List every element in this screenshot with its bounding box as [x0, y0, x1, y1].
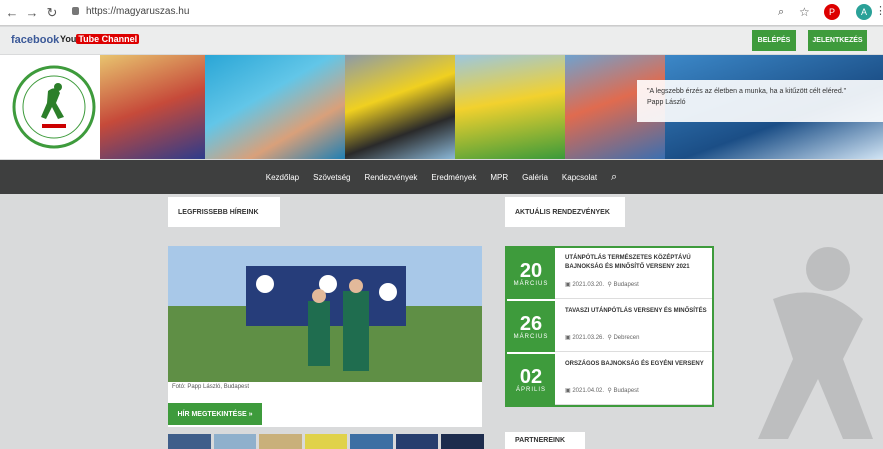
news-card[interactable]: Fotó: Papp László, Budapest HÍR MEGTEKIN… [168, 246, 482, 427]
address-bar[interactable]: https://magyaruszas.hu [86, 6, 189, 17]
search-icon[interactable]: ⌕ [778, 6, 784, 19]
nav-item-events[interactable]: Rendezvények [364, 173, 417, 182]
news-section-title: LEGFRISSEBB HÍREINK [168, 197, 280, 227]
quote-text: "A legszebb érzés az életben a munka, ha… [647, 88, 847, 95]
login-button[interactable]: BELÉPÉS [752, 30, 796, 51]
facebook-link[interactable]: facebook [11, 34, 59, 46]
news-thumbnails [168, 434, 485, 449]
event-title[interactable]: UTÁNPÓTLÁS TERMÉSZETES KÖZÉPTÁVÚ BAJNOKS… [565, 254, 707, 272]
event-meta: ▣ 2021.04.02. ⚲ Budapest [565, 387, 639, 394]
event-item[interactable]: 02 ÁPRILIS ORSZÁGOS BAJNOKSÁG ÉS EGYÉNI V… [507, 354, 712, 405]
event-place: Budapest [613, 282, 639, 288]
logo[interactable] [10, 59, 98, 155]
register-button[interactable]: JELENTKEZÉS [808, 30, 867, 51]
thumbnail[interactable] [304, 434, 348, 449]
discus-logo-icon [12, 65, 96, 149]
nav-item-federation[interactable]: Szövetség [313, 173, 350, 182]
event-time: 2021.03.20. [572, 282, 605, 288]
thumbnail[interactable] [395, 434, 439, 449]
sponsors-section-title: PARTNEREINK [505, 432, 585, 449]
pin-icon: ⚲ [607, 335, 612, 341]
event-item[interactable]: 20 MÁRCIUS UTÁNPÓTLÁS TERMÉSZETES KÖZÉPTÁ… [507, 248, 712, 299]
event-item[interactable]: 26 MÁRCIUS TAVASZI UTÁNPÓTLÁS VERSENY ÉS … [507, 301, 712, 352]
hero-banner: "A legszebb érzés az életben a munka, ha… [0, 55, 883, 159]
event-time: 2021.03.26. [572, 335, 605, 341]
discus-thrower-watermark-icon [758, 247, 873, 439]
sport-photo-skating [345, 55, 455, 159]
read-more-button[interactable]: HÍR MEGTEKINTÉSE » [168, 403, 262, 425]
calendar-icon: ▣ [565, 282, 571, 288]
extension-icon[interactable]: A [856, 4, 872, 20]
nav-item-home[interactable]: Kezdőlap [266, 173, 299, 182]
search-icon[interactable]: ⌕ [611, 171, 617, 184]
event-time: 2021.04.02. [572, 388, 605, 394]
event-place: Budapest [613, 388, 639, 394]
nav-item-results[interactable]: Eredmények [431, 173, 476, 182]
sport-photo-wrestling [100, 55, 205, 159]
calendar-icon: ▣ [565, 388, 571, 394]
pin-icon: ⚲ [607, 282, 612, 288]
event-meta: ▣ 2021.03.20. ⚲ Budapest [565, 281, 639, 288]
main-navigation: Kezdőlap Szövetség Rendezvények Eredmény… [0, 160, 883, 194]
news-image [168, 246, 482, 382]
event-meta: ▣ 2021.03.26. ⚲ Debrecen [565, 334, 639, 341]
youtube-link[interactable]: You Tube Channel [60, 34, 140, 44]
thumbnail[interactable] [350, 434, 393, 449]
thumbnail[interactable] [213, 434, 257, 449]
youtube-badge: Tube Channel [76, 34, 140, 44]
nav-item-contact[interactable]: Kapcsolat [562, 173, 597, 182]
event-date: 26 MÁRCIUS [507, 301, 555, 352]
news-caption: Fotó: Papp László, Budapest [172, 384, 250, 390]
event-title[interactable]: ORSZÁGOS BAJNOKSÁG ÉS EGYÉNI VERSENY [565, 360, 707, 369]
event-day: 26 [519, 312, 543, 335]
nav-item-mpr[interactable]: MPR [490, 173, 508, 182]
star-icon[interactable]: ☆ [799, 5, 810, 19]
calendar-icon: ▣ [565, 335, 571, 341]
event-month: ÁPRILIS [515, 386, 546, 393]
sport-photo-football [455, 55, 565, 159]
event-month: MÁRCIUS [513, 333, 549, 340]
sport-photo-swimming [205, 55, 345, 159]
youtube-word: You [60, 34, 77, 44]
hero-quote: "A legszebb érzés az életben a munka, ha… [637, 80, 883, 122]
nav-item-gallery[interactable]: Galéria [522, 173, 548, 182]
event-date: 02 ÁPRILIS [507, 354, 555, 405]
news-photo[interactable] [168, 246, 482, 382]
browser-toolbar: ← → ↻ https://magyaruszas.hu ⌕ ☆ P A ⋮ [0, 0, 883, 26]
thumbnail[interactable] [168, 434, 211, 449]
event-day: 20 [519, 259, 543, 282]
pinterest-icon[interactable]: P [824, 4, 840, 20]
events-list: 20 MÁRCIUS UTÁNPÓTLÁS TERMÉSZETES KÖZÉPTÁ… [505, 246, 714, 407]
event-title[interactable]: TAVASZI UTÁNPÓTLÁS VERSENY ÉS MINŐSÍTÉS [565, 307, 707, 316]
back-icon[interactable]: ← [4, 5, 20, 20]
event-date: 20 MÁRCIUS [507, 248, 555, 299]
event-day: 02 [519, 365, 543, 388]
thumbnail[interactable] [441, 434, 485, 449]
quote-author: Papp László [647, 99, 686, 106]
pin-icon: ⚲ [607, 388, 612, 394]
social-bar: facebook You Tube Channel BELÉPÉS JELENTK… [0, 27, 883, 54]
menu-icon[interactable]: ⋮ [875, 4, 883, 17]
event-place: Debrecen [613, 335, 640, 341]
events-section-title: AKTUÁLIS RENDEZVÉNYEK [505, 197, 625, 227]
thumbnail[interactable] [259, 434, 302, 449]
lock-icon [72, 7, 79, 15]
reload-icon[interactable]: ↻ [44, 5, 60, 21]
event-month: MÁRCIUS [513, 280, 549, 287]
forward-icon[interactable]: → [24, 5, 40, 20]
